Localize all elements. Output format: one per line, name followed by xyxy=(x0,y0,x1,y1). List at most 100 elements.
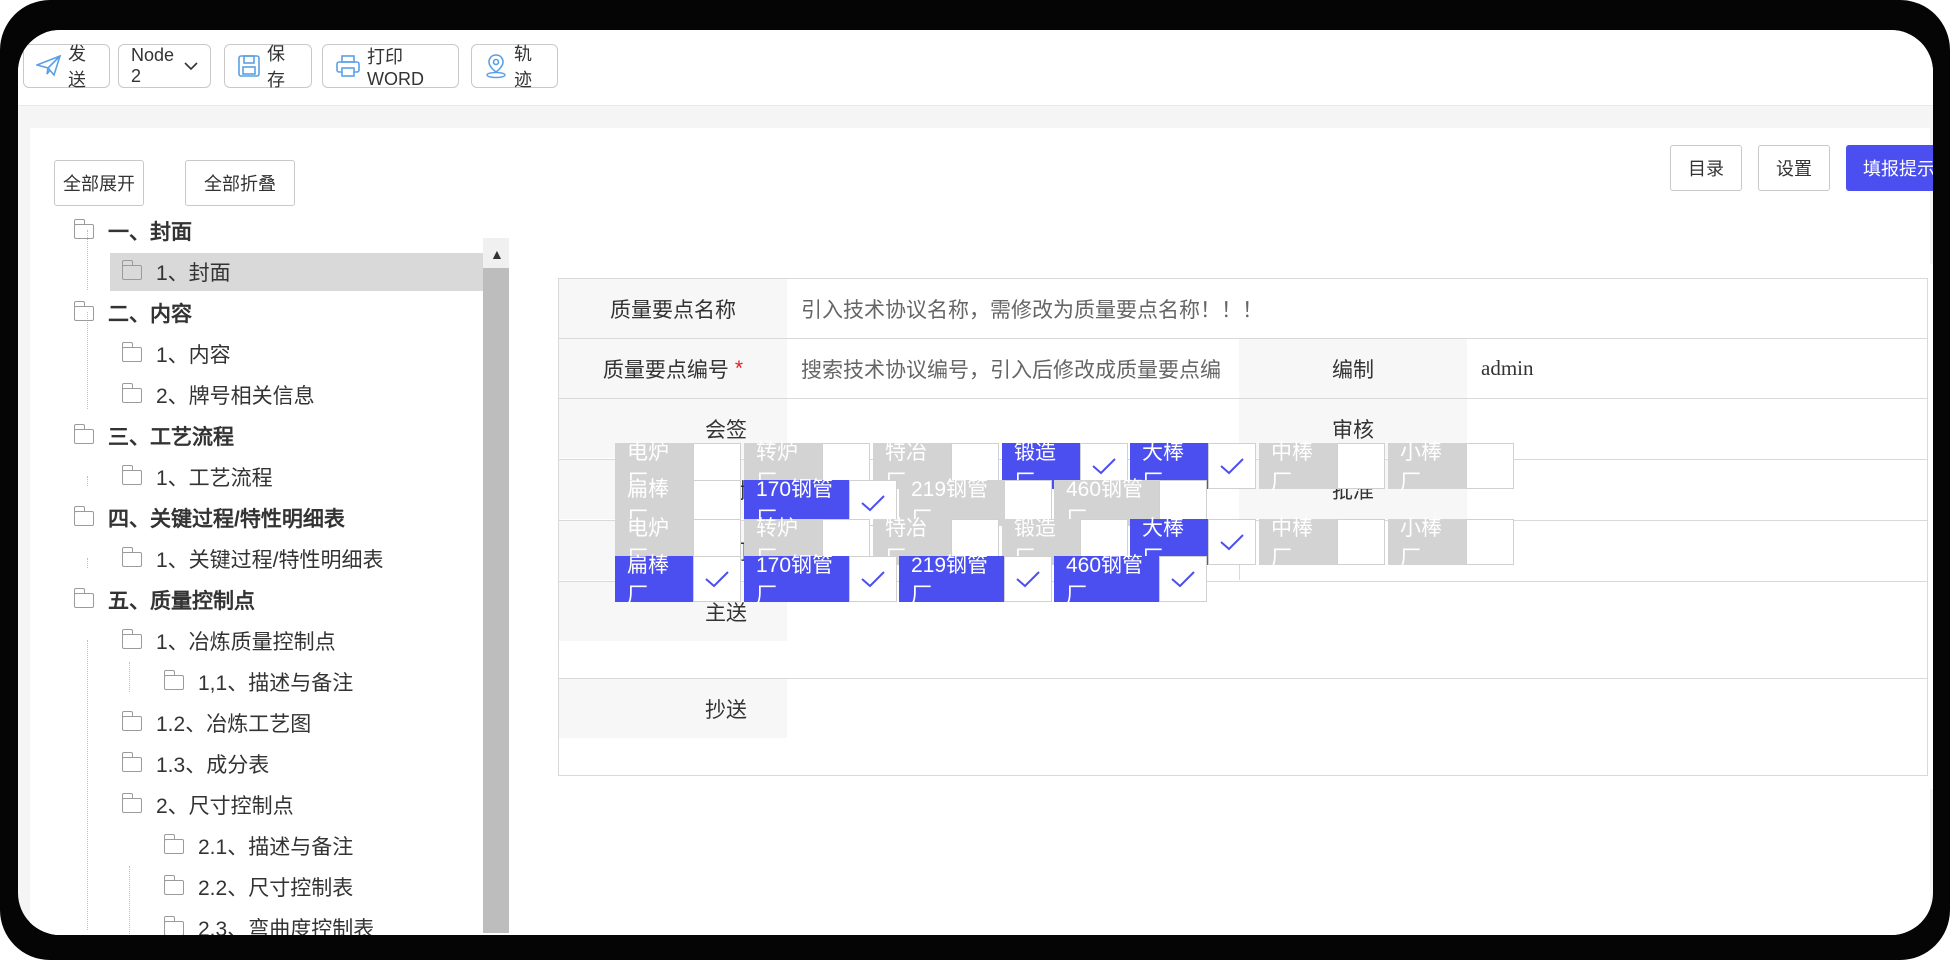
tree-node-label: 五、质量控制点 xyxy=(108,590,255,613)
node-dropdown[interactable]: Node 2 xyxy=(118,44,211,88)
tree-node-label: 一、封面 xyxy=(108,221,192,244)
folder-icon xyxy=(73,587,94,608)
code-label: 质量要点编号 * xyxy=(559,339,787,398)
tree-node-label: 2.2、尺寸控制表 xyxy=(198,877,354,900)
settings-button[interactable]: 设置 xyxy=(1758,145,1830,191)
check-icon xyxy=(861,495,885,512)
tree-node-key-process[interactable]: 1、关键过程/特性明细表 xyxy=(121,540,384,578)
folder-icon xyxy=(163,915,184,935)
printer-icon xyxy=(336,55,360,77)
name-input[interactable]: 引入技术协议名称，需修改为质量要点名称！！！ xyxy=(787,279,1927,338)
checkbox[interactable] xyxy=(1337,443,1385,489)
tree-node-label: 2、尺寸控制点 xyxy=(156,795,294,818)
chevron-down-icon xyxy=(184,62,198,71)
recipient-checkbox[interactable]: 小棒厂 xyxy=(1388,441,1514,494)
catalog-button[interactable]: 目录 xyxy=(1670,145,1742,191)
checkbox[interactable] xyxy=(1466,443,1514,489)
tree-node-cover-section[interactable]: 一、封面 xyxy=(73,212,192,250)
recipient-name: 小棒厂 xyxy=(1388,441,1466,494)
scroll-up-icon[interactable]: ▲ xyxy=(490,246,504,262)
folder-icon xyxy=(73,300,94,321)
recipient-checkbox[interactable]: 219钢管厂 xyxy=(899,554,1052,607)
tree-node-curvature-table[interactable]: 2.3、弯曲度控制表 xyxy=(163,909,374,935)
checkbox[interactable] xyxy=(1004,556,1052,602)
tree-node-composition[interactable]: 1.3、成分表 xyxy=(121,745,270,783)
recipient-checkbox[interactable]: 扁棒厂 xyxy=(615,554,741,607)
required-mark: * xyxy=(734,356,744,380)
checkbox[interactable] xyxy=(1466,519,1514,565)
location-pin-icon xyxy=(486,54,506,79)
print-label: 打印WORD xyxy=(367,46,424,89)
check-icon xyxy=(1171,571,1195,588)
tree-node-label: 2、牌号相关信息 xyxy=(156,385,315,408)
tree-node-label: 二、内容 xyxy=(108,303,192,326)
review-input[interactable] xyxy=(1467,399,1927,458)
tree-node-cover[interactable]: 1、封面 xyxy=(110,253,484,291)
expand-all-button[interactable]: 全部展开 xyxy=(54,160,144,206)
recipient-checkbox[interactable]: 中棒厂 xyxy=(1259,517,1385,570)
recipient-name: 219钢管厂 xyxy=(899,554,1004,607)
tree-node-label: 1、工艺流程 xyxy=(156,467,273,490)
tree-node-key-process-section[interactable]: 四、关键过程/特性明细表 xyxy=(73,499,345,537)
tree-node-dimension-control[interactable]: 2、尺寸控制点 xyxy=(121,786,294,824)
recipient-checkbox[interactable]: 460钢管厂 xyxy=(1054,554,1207,607)
tree-node-process-section[interactable]: 三、工艺流程 xyxy=(73,417,234,455)
tree-node-quality-section[interactable]: 五、质量控制点 xyxy=(73,581,255,619)
fill-hint-button[interactable]: 填报提示 xyxy=(1846,145,1933,191)
toolbar: 发送 Node 2 保存 打印WORD 轨迹 xyxy=(18,30,1933,106)
tree-node-dimension-table[interactable]: 2.2、尺寸控制表 xyxy=(163,868,354,906)
check-icon xyxy=(1016,571,1040,588)
folder-icon xyxy=(121,710,142,731)
tree-scrollbar[interactable]: ▲ xyxy=(483,238,509,933)
folder-icon xyxy=(163,874,184,895)
outline-tree: 一、封面 1、封面 二、内容 1、内容 2、牌号相关信息 三、工艺流程 1、工艺… xyxy=(60,212,485,935)
floppy-disk-icon xyxy=(238,55,260,77)
save-button[interactable]: 保存 xyxy=(224,44,312,90)
tree-node-grade-info[interactable]: 2、牌号相关信息 xyxy=(121,376,315,414)
checkbox[interactable] xyxy=(693,556,741,602)
folder-icon xyxy=(73,218,94,239)
folder-icon xyxy=(163,833,184,854)
tree-node-process[interactable]: 1、工艺流程 xyxy=(121,458,273,496)
approve-input[interactable] xyxy=(1467,460,1927,519)
print-word-button[interactable]: 打印WORD xyxy=(322,44,459,89)
author-value[interactable]: admin xyxy=(1467,339,1927,398)
tree-node-label: 1.3、成分表 xyxy=(156,754,270,777)
tree-node-label: 1,1、描述与备注 xyxy=(198,672,354,695)
recipient-name: 中棒厂 xyxy=(1259,517,1337,570)
checkbox[interactable] xyxy=(849,556,897,602)
tree-node-content[interactable]: 1、内容 xyxy=(121,335,231,373)
code-input[interactable]: 搜索技术协议编号，引入后修改成质量要点编 xyxy=(787,339,1239,398)
save-label: 保存 xyxy=(267,44,285,90)
send-button[interactable]: 发送 xyxy=(23,44,110,90)
recipient-name: 扁棒厂 xyxy=(615,554,693,607)
tree-node-smelting-control[interactable]: 1、冶炼质量控制点 xyxy=(121,622,336,660)
folder-icon xyxy=(121,259,142,280)
recipient-checkbox[interactable]: 170钢管厂 xyxy=(744,554,897,607)
folder-icon xyxy=(121,464,142,485)
recipient-checkbox[interactable]: 中棒厂 xyxy=(1259,441,1385,494)
folder-icon xyxy=(121,792,142,813)
author-label: 编制 xyxy=(1239,339,1467,398)
collapse-all-button[interactable]: 全部折叠 xyxy=(185,160,295,206)
recipient-checkbox[interactable]: 小棒厂 xyxy=(1388,517,1514,570)
check-icon xyxy=(1220,458,1244,475)
track-label: 轨迹 xyxy=(514,44,532,90)
recipient-name: 小棒厂 xyxy=(1388,517,1466,570)
folder-icon xyxy=(121,341,142,362)
scrollbar-thumb[interactable] xyxy=(483,268,509,933)
folder-icon xyxy=(163,669,184,690)
check-icon xyxy=(1220,534,1244,551)
tree-node-smelting-notes[interactable]: 1,1、描述与备注 xyxy=(163,663,354,701)
checkbox[interactable] xyxy=(1159,556,1207,602)
tree-node-label: 三、工艺流程 xyxy=(108,426,234,449)
checkbox[interactable] xyxy=(1208,519,1256,565)
tree-node-content-section[interactable]: 二、内容 xyxy=(73,294,192,332)
checkbox[interactable] xyxy=(1208,443,1256,489)
tree-node-smelting-diagram[interactable]: 1.2、冶炼工艺图 xyxy=(121,704,311,742)
track-button[interactable]: 轨迹 xyxy=(471,44,558,90)
code-label-text: 质量要点编号 xyxy=(602,358,729,382)
checkbox[interactable] xyxy=(1337,519,1385,565)
tree-node-dimension-notes[interactable]: 2.1、描述与备注 xyxy=(163,827,353,865)
recipient-name: 中棒厂 xyxy=(1259,441,1337,494)
